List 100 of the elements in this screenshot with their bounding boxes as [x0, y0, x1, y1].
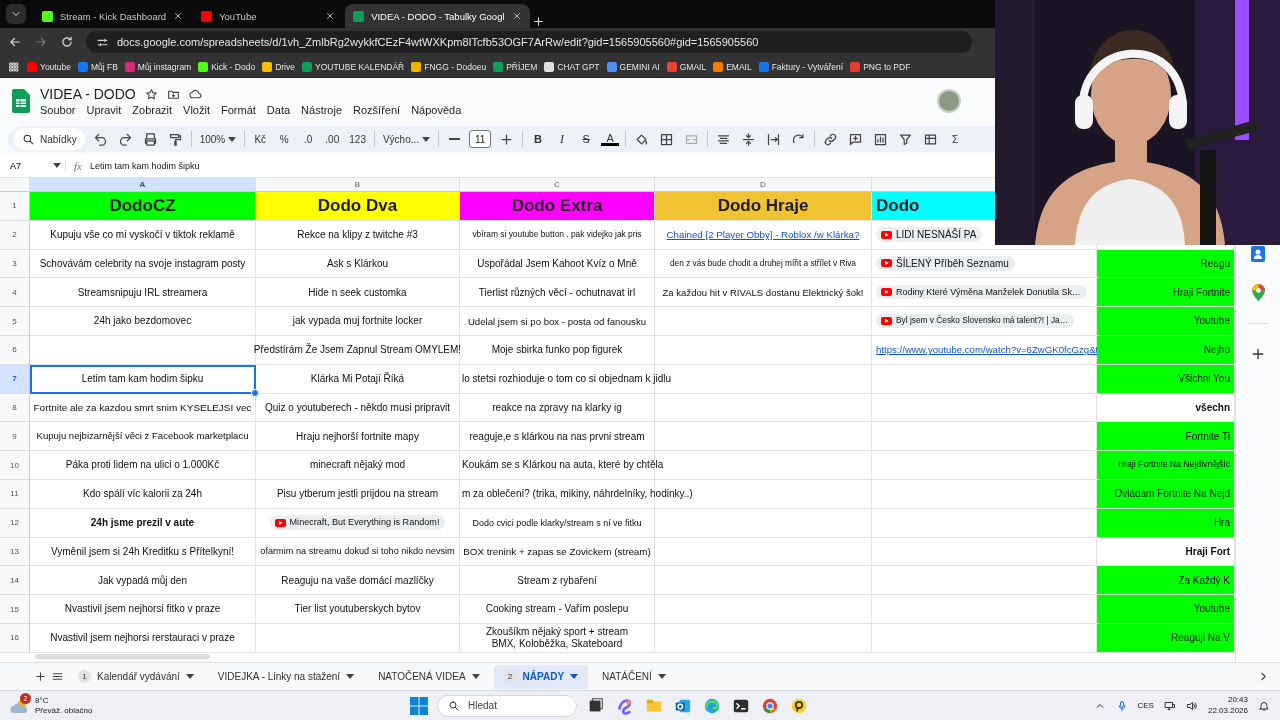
row-number[interactable]: 3 — [0, 249, 30, 279]
row-number[interactable]: 1 — [0, 192, 30, 221]
row-number[interactable]: 10 — [0, 451, 30, 480]
empty-cell[interactable] — [655, 537, 872, 567]
bookmark[interactable]: GMAIL — [666, 61, 707, 72]
scrollbar[interactable] — [35, 653, 210, 659]
close-icon[interactable] — [173, 11, 184, 21]
bookmark[interactable]: Můj instagram — [124, 61, 192, 72]
bookmark[interactable]: Kick - Dodo — [198, 61, 256, 72]
video-chip[interactable]: LIDI NESNÁŠÍ PA — [876, 226, 983, 243]
menu-item[interactable]: Vložit — [183, 104, 210, 116]
reload-icon[interactable] — [60, 35, 74, 49]
toolbar-button[interactable]: A — [601, 132, 620, 146]
column-header[interactable]: A — [30, 178, 256, 192]
bell-icon[interactable] — [1258, 699, 1270, 712]
browser-tab[interactable]: Stream - Kick Dashboard — [34, 4, 192, 28]
contacts-icon[interactable] — [1251, 246, 1265, 262]
close-icon[interactable] — [325, 11, 336, 21]
sheet-tab[interactable]: NATÁČENÍ — [592, 664, 676, 689]
add-sheet-icon[interactable] — [34, 670, 47, 683]
toolbar-button[interactable]: S — [577, 128, 596, 150]
apps-grid-icon[interactable] — [8, 60, 20, 73]
row-number[interactable]: 4 — [0, 278, 30, 308]
toolbar-button[interactable]: % — [275, 128, 294, 150]
windows-start-icon[interactable] — [410, 696, 428, 715]
empty-cell[interactable] — [655, 508, 872, 538]
add-icon[interactable] — [1250, 346, 1266, 362]
back-arrow-icon[interactable] — [8, 35, 22, 49]
menu-item[interactable]: Formát — [221, 104, 256, 116]
font-size-field[interactable]: 11 — [469, 130, 492, 148]
menu-item[interactable]: Nástroje — [301, 104, 343, 116]
network-icon[interactable] — [1163, 699, 1176, 712]
empty-cell[interactable] — [655, 336, 872, 365]
row-number[interactable]: 16 — [0, 623, 30, 653]
empty-cell[interactable] — [655, 623, 872, 653]
empty-cell[interactable] — [256, 623, 460, 653]
microphone-icon[interactable] — [1115, 699, 1128, 712]
empty-cell[interactable] — [655, 307, 872, 336]
menu-item[interactable]: Zobrazit — [132, 104, 173, 116]
video-chip[interactable]: Minecraft, But Everything is Random! — [269, 515, 446, 530]
new-tab-icon[interactable] — [531, 15, 545, 28]
menu-item[interactable]: Nápověda — [411, 104, 462, 116]
dropdown[interactable]: 100% — [197, 128, 239, 150]
menu-item[interactable]: Soubor — [40, 104, 76, 116]
cloud-icon[interactable] — [188, 87, 202, 101]
clock-time[interactable]: 20:43 — [1227, 695, 1248, 706]
document-title[interactable]: VIDEA - DODO — [40, 86, 136, 102]
cell-link[interactable]: Chained [2 Player Obby] - Roblox /w Klárka? — [666, 229, 860, 241]
menu-item[interactable]: Rozšíření — [353, 104, 401, 116]
bookmark[interactable]: GEMINI AI — [606, 61, 660, 72]
bookmark[interactable]: PNG to PDF — [850, 61, 911, 72]
bookmark[interactable]: Faktury - Vytváření — [758, 61, 844, 72]
decimal-button[interactable]: .0 — [299, 128, 318, 150]
empty-cell[interactable] — [655, 393, 872, 423]
row-number[interactable]: 7 — [0, 364, 30, 394]
empty-cell[interactable] — [655, 595, 872, 624]
row-number[interactable]: 12 — [0, 508, 30, 538]
menu-item[interactable]: Data — [266, 104, 291, 116]
row-number[interactable]: 13 — [0, 537, 30, 567]
row-number[interactable]: 6 — [0, 336, 30, 365]
empty-cell[interactable] — [655, 422, 872, 452]
fill-handle[interactable] — [251, 388, 259, 397]
toolbar-button[interactable]: B — [529, 128, 548, 150]
decimal-button[interactable]: .00 — [323, 128, 342, 150]
sheets-logo[interactable] — [12, 89, 30, 113]
menu-item[interactable]: Upravit — [86, 104, 122, 116]
video-chip[interactable]: Rodiny Které Výměna Manželek Donutila Sk… — [876, 285, 1087, 300]
bookmark[interactable]: PŘÍJEM — [493, 61, 538, 72]
formula-field[interactable]: Letim tam kam hodim šipku — [89, 160, 200, 171]
dropdown[interactable]: Výcho... — [380, 128, 433, 150]
menu-search[interactable]: Nabídky — [14, 128, 85, 150]
toolbar-button[interactable]: Σ — [946, 128, 965, 150]
avatar[interactable] — [937, 89, 961, 113]
row-number[interactable]: 2 — [0, 220, 30, 250]
empty-cell[interactable] — [655, 566, 872, 596]
clock-date[interactable]: 22.03.2026 — [1207, 705, 1248, 716]
bookmark[interactable]: FNGG - Dodoeu — [411, 61, 487, 72]
browser-tab[interactable]: VIDEA - DODO - Tabulky Googl — [345, 4, 530, 28]
star-icon[interactable] — [144, 87, 158, 101]
sheet-tab[interactable]: 2 NÁPADY — [493, 664, 589, 689]
address-bar[interactable]: docs.google.com/spreadsheets/d/1vh_ZmlbRg2wykkfCEzF4wtWXKpm8ITcfb53OGF7ArRw/edit?gid=1565905560#gid=1565905560 — [86, 31, 972, 53]
bookmark[interactable]: Můj FB — [77, 61, 118, 72]
row-number[interactable]: 8 — [0, 393, 30, 423]
video-chip[interactable]: Byl jsem v Česko Slovensko má talent?! | Ja… — [876, 314, 1075, 328]
row-number[interactable]: 5 — [0, 307, 30, 336]
map-pin-icon[interactable] — [1251, 284, 1265, 301]
sheet-tab[interactable]: 1 Kalendář vydávání — [68, 664, 204, 689]
empty-cell[interactable] — [872, 537, 1097, 567]
volume-icon[interactable] — [1185, 699, 1198, 712]
row-number[interactable]: 15 — [0, 595, 30, 624]
sheet-tab[interactable]: VIDEJKA - Linky na stažení — [207, 664, 365, 689]
cell-link[interactable]: https://www.youtube.com/watch?v=6ZwGK0fcGzg&t — [876, 344, 1099, 356]
sheet-tab[interactable]: NATOČENÁ VIDEA — [368, 664, 490, 689]
bookmark[interactable]: Youtube — [27, 61, 71, 72]
row-number[interactable]: 14 — [0, 566, 30, 596]
tab-search-button[interactable] — [6, 4, 26, 24]
sheet-list-icon[interactable] — [51, 670, 64, 683]
video-chip[interactable]: ŠÍLENÝ Příběh Seznamu — [876, 255, 1015, 272]
empty-cell[interactable] — [655, 364, 872, 394]
close-icon[interactable] — [511, 11, 522, 21]
